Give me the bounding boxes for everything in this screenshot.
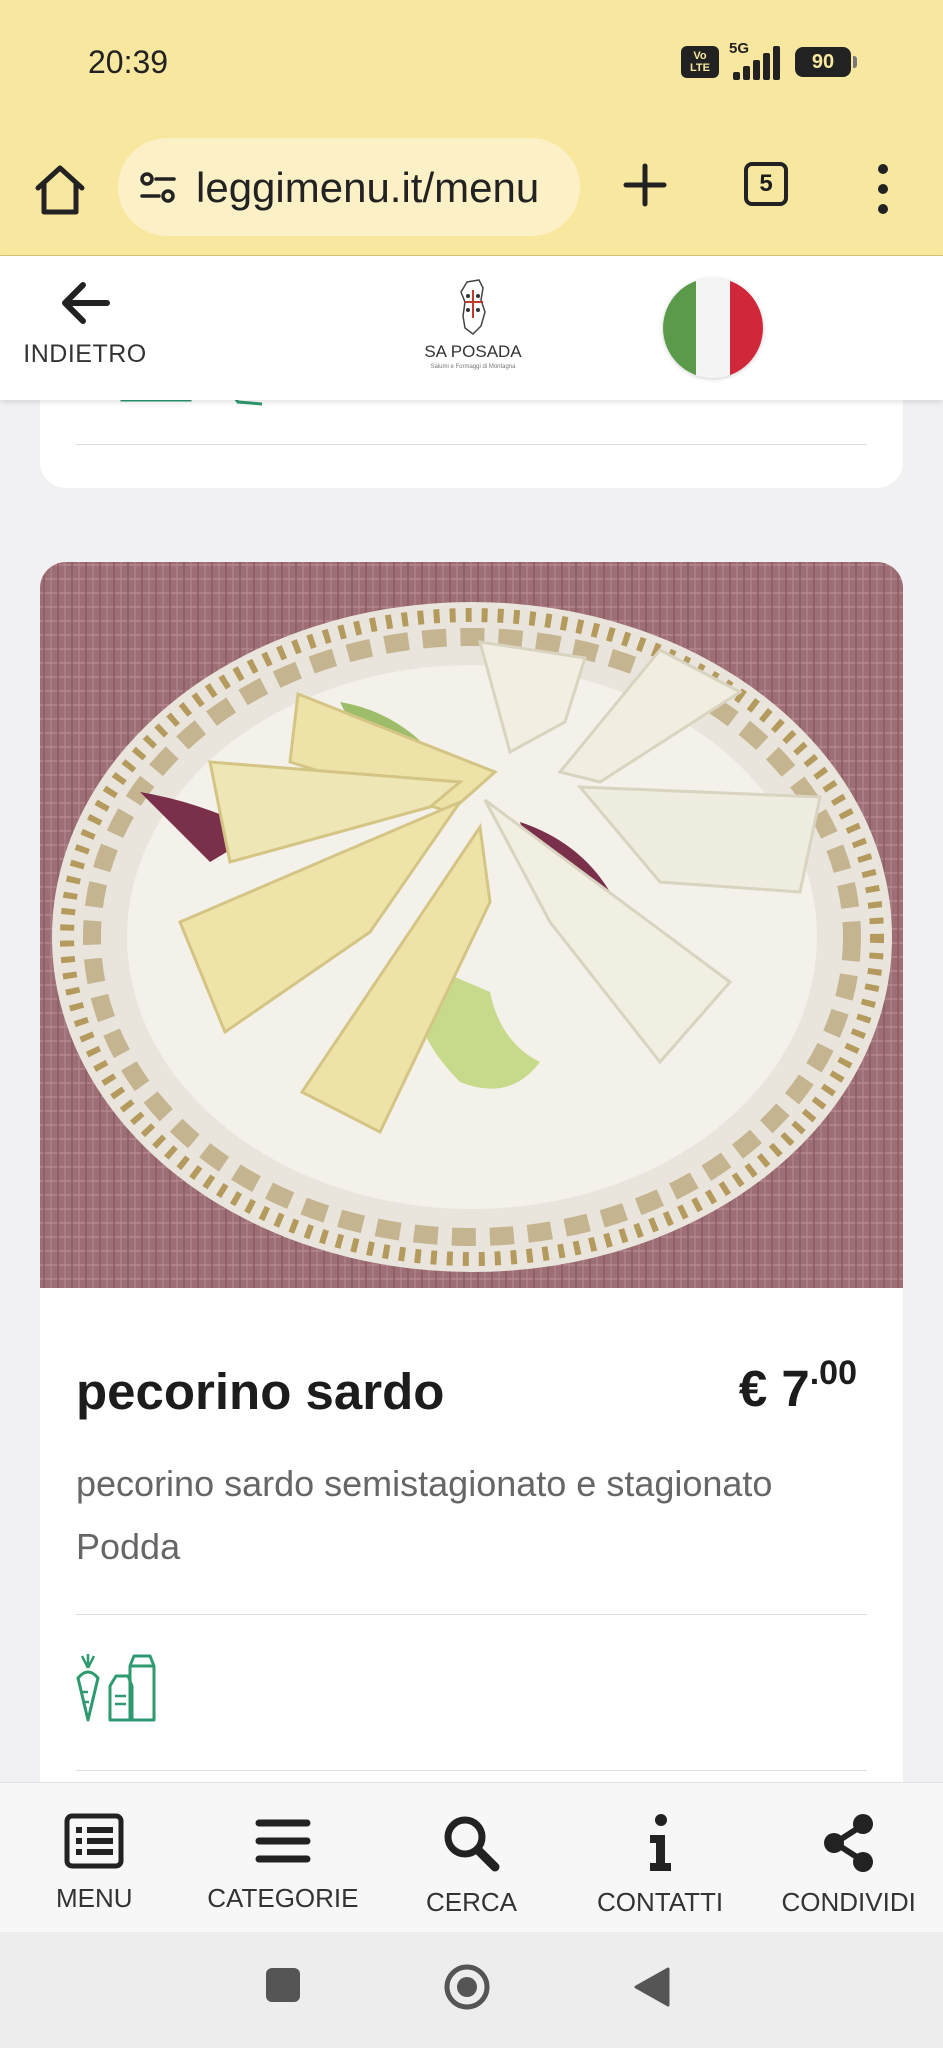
- divider: [76, 444, 867, 445]
- milk-icon: [108, 1654, 156, 1722]
- recents-button[interactable]: [264, 1966, 302, 2009]
- circle-icon: [444, 1964, 490, 2010]
- home-system-button[interactable]: [442, 1962, 492, 2017]
- plus-icon: [623, 163, 667, 207]
- nav-menu[interactable]: MENU: [0, 1783, 189, 1932]
- nav-label: CERCA: [425, 1887, 517, 1917]
- system-navigation-bar: [0, 1932, 943, 2048]
- allergen-icons: [74, 1652, 156, 1724]
- item-photo: [40, 562, 903, 1288]
- divider: [76, 1770, 867, 1771]
- nav-label: CATEGORIE: [207, 1883, 359, 1913]
- volte-icon: Vo LTE: [681, 46, 719, 78]
- vegetarian-icon: [76, 1654, 100, 1722]
- share-icon: [823, 1814, 873, 1872]
- arrow-left-icon: [62, 282, 110, 324]
- item-price-cents: .00: [809, 1354, 857, 1392]
- triangle-back-icon: [634, 1967, 670, 2007]
- logo-title: SA POSADA: [424, 342, 522, 361]
- signal-icon: 5G: [729, 40, 785, 80]
- tab-switcher-button[interactable]: 5: [744, 162, 788, 206]
- address-bar[interactable]: leggimenu.it/menu: [118, 138, 580, 236]
- menu-list-icon: [64, 1813, 124, 1869]
- logo-subtitle: Salumi e Formaggi di Montagna: [430, 364, 516, 370]
- site-header: INDIETRO SA POSADA Salumi e Formaggi di …: [0, 256, 943, 400]
- nav-label: CONTATTI: [597, 1887, 724, 1917]
- info-icon: [650, 1814, 672, 1871]
- restaurant-logo: SA POSADA Salumi e Formaggi di Montagna: [418, 278, 528, 388]
- new-tab-button[interactable]: [620, 160, 670, 210]
- back-label: INDIETRO: [23, 340, 147, 368]
- nav-label: CONDIVIDI: [781, 1887, 916, 1917]
- nav-categorie[interactable]: CATEGORIE: [189, 1783, 378, 1932]
- sardinia-logo-icon: [460, 279, 486, 335]
- url-text[interactable]: leggimenu.it/menu: [196, 164, 539, 212]
- back-system-button[interactable]: [632, 1966, 672, 2013]
- categories-icon: [255, 1819, 311, 1863]
- site-settings-icon[interactable]: [138, 168, 178, 208]
- back-button[interactable]: INDIETRO: [20, 280, 150, 390]
- item-name: pecorino sardo: [76, 1363, 445, 1420]
- search-icon: [444, 1816, 500, 1872]
- more-vert-icon: [878, 164, 888, 174]
- nav-label: MENU: [56, 1883, 133, 1913]
- status-icons: Vo LTE 5G 90: [681, 40, 857, 80]
- home-button[interactable]: [30, 160, 90, 220]
- status-time: 20:39: [88, 44, 169, 80]
- nav-contatti[interactable]: CONTATTI: [566, 1783, 755, 1932]
- item-description: pecorino sardo semistagionato e stagiona…: [76, 1463, 773, 1567]
- nav-condividi[interactable]: CONDIVIDI: [754, 1783, 943, 1932]
- italy-flag-icon[interactable]: [663, 278, 763, 378]
- menu-item-card[interactable]: pecorino sardo € 7.00 pecorino sardo sem…: [40, 562, 903, 1822]
- browser-toolbar: leggimenu.it/menu 5: [0, 128, 943, 256]
- divider: [76, 1614, 867, 1615]
- item-price-main: € 7: [738, 1360, 810, 1417]
- status-bar: 20:39 Vo LTE 5G 90: [0, 0, 943, 128]
- home-icon: [35, 165, 85, 215]
- item-price: € 7.00: [739, 1354, 857, 1418]
- square-icon: [266, 1968, 300, 2002]
- bottom-navigation: MENU CATEGORIE CERCA CONTATTI CONDIVIDI: [0, 1782, 943, 1932]
- battery-icon: 90: [795, 47, 857, 77]
- more-menu-button[interactable]: [868, 164, 898, 214]
- nav-cerca[interactable]: CERCA: [377, 1783, 566, 1932]
